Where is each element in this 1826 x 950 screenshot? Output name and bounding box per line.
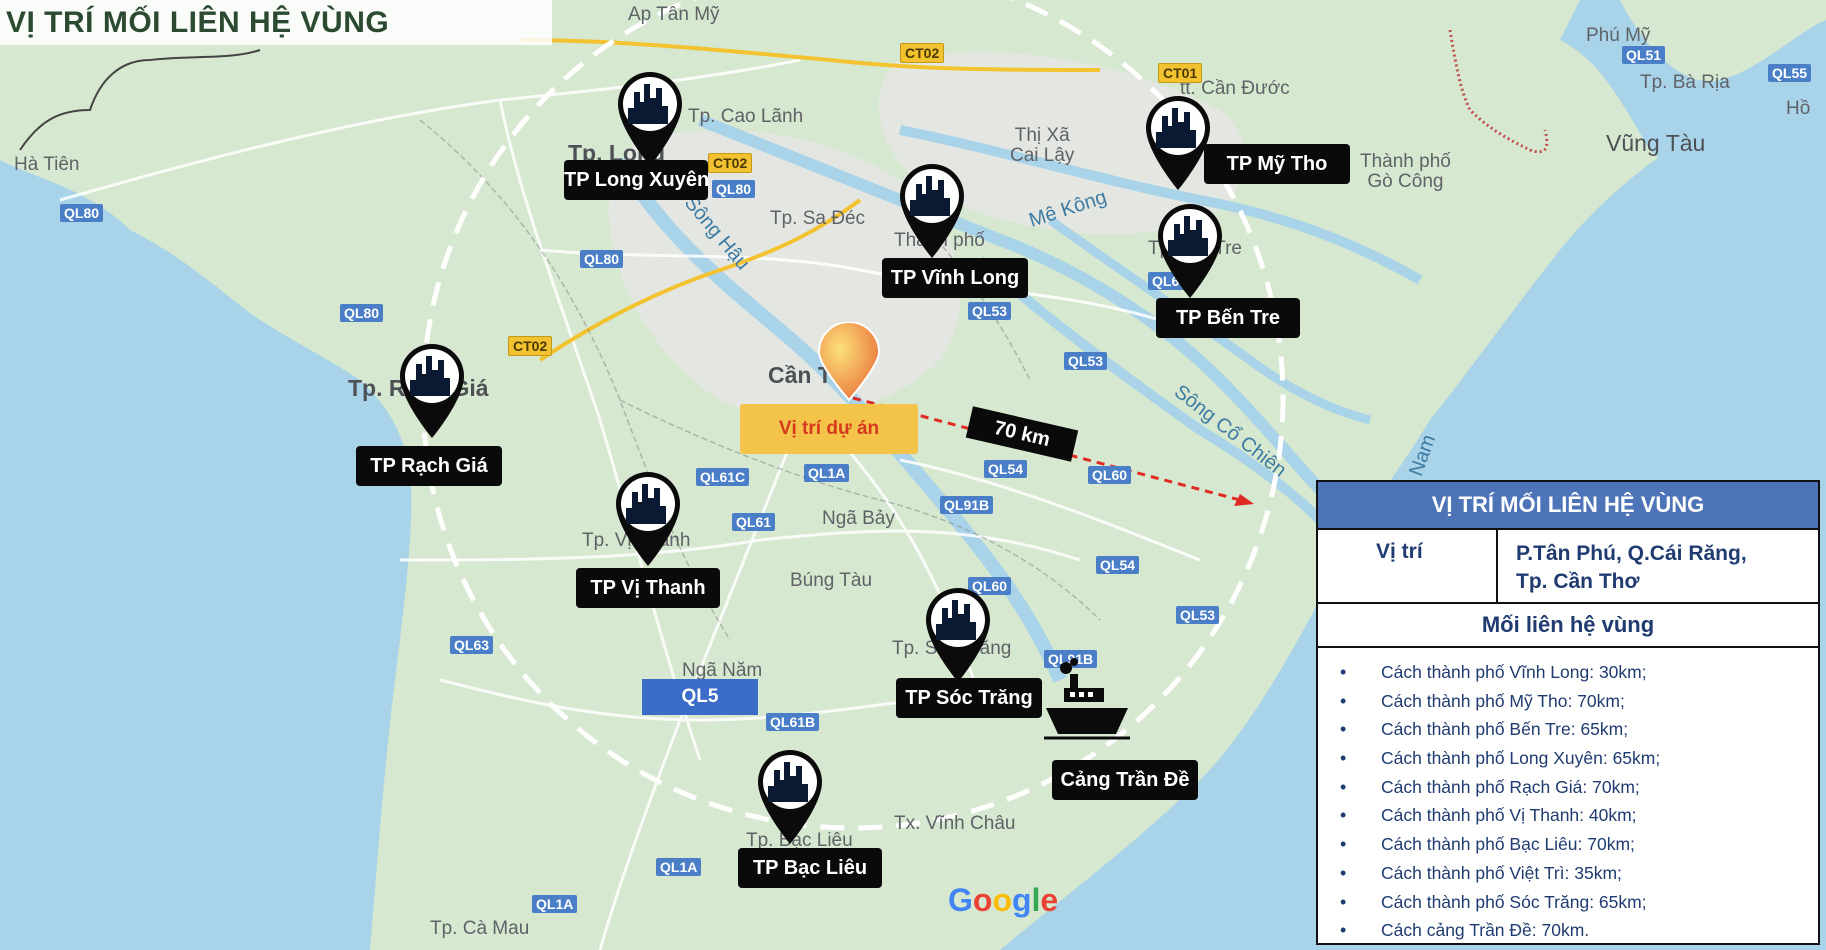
- road-shield: QL1A: [656, 858, 702, 876]
- city-label-bac-lieu[interactable]: TP Bạc Liêu: [738, 848, 882, 888]
- road-shield: QL80: [712, 180, 756, 198]
- city-skyline-pin-icon[interactable]: [922, 584, 994, 684]
- city-skyline-pin-icon[interactable]: [754, 746, 826, 846]
- road-shield: QL80: [580, 250, 624, 268]
- place-label: Hà Tiên: [14, 154, 80, 175]
- list-item: Cách cảng Trần Đề: 70km.: [1318, 916, 1818, 945]
- list-item: Cách thành phố Việt Trì: 35km;: [1318, 859, 1818, 888]
- info-location-key: Vị trí: [1318, 530, 1498, 602]
- page-title: VỊ TRÍ MỐI LIÊN HỆ VÙNG: [0, 0, 552, 45]
- city-label-vi-thanh[interactable]: TP Vị Thanh: [576, 568, 720, 608]
- map-stage: VỊ TRÍ MỐI LIÊN HỆ VÙNG Ap Tân Mỹ Hà Tiê…: [0, 0, 1826, 950]
- place-label: Phú Mỹ: [1586, 25, 1651, 46]
- info-subheader: Mối liên hệ vùng: [1318, 604, 1818, 648]
- info-location-line: P.Tân Phú, Q.Cái Răng,: [1516, 542, 1747, 565]
- info-location-line: Tp. Cần Thơ: [1516, 570, 1640, 593]
- project-location-label[interactable]: Vị trí dự án: [740, 404, 918, 454]
- ql5-label: QL5: [642, 679, 758, 715]
- cargo-ship-icon[interactable]: [1044, 658, 1130, 742]
- road-shield: QL53: [968, 302, 1012, 320]
- info-panel-header: VỊ TRÍ MỐI LIÊN HỆ VÙNG: [1318, 482, 1818, 530]
- place-label: Tx. Vĩnh Châu: [894, 813, 1016, 834]
- city-label-cang-tran-de[interactable]: Cảng Trần Đề: [1052, 760, 1198, 800]
- info-location-value: P.Tân Phú, Q.Cái Răng, Tp. Cần Thơ: [1498, 530, 1818, 602]
- city-skyline-pin-icon[interactable]: [1154, 200, 1226, 300]
- place-label: Tp. Cao Lãnh: [688, 106, 804, 127]
- place-label: Búng Tàu: [790, 570, 873, 591]
- city-skyline-pin-icon[interactable]: [896, 160, 968, 260]
- distance-list: Cách thành phố Vĩnh Long: 30km; Cách thà…: [1318, 648, 1818, 945]
- list-item: Cách thành phố Bạc Liêu: 70km;: [1318, 830, 1818, 859]
- place-label: Tp. Sa Đéc: [770, 208, 866, 229]
- list-item: Cách thành phố Bến Tre: 65km;: [1318, 715, 1818, 744]
- road-shield: QL54: [984, 460, 1028, 478]
- road-shield: QL80: [60, 204, 104, 222]
- list-item: Cách thành phố Rạch Giá: 70km;: [1318, 773, 1818, 802]
- city-skyline-pin-icon[interactable]: [396, 340, 468, 440]
- road-shield: QL80: [340, 304, 384, 322]
- road-shield: QL61B: [766, 713, 820, 731]
- road-shield: CT02: [508, 336, 553, 356]
- place-label: Vũng Tàu: [1606, 130, 1706, 156]
- city-skyline-pin-icon[interactable]: [614, 68, 686, 168]
- road-shield: QL61C: [696, 468, 750, 486]
- place-label: Tp. Cà Mau: [430, 918, 530, 939]
- road-shield: QL51: [1622, 46, 1666, 64]
- road-shield: CT02: [900, 43, 945, 63]
- city-label-rach-gia[interactable]: TP Rạch Giá: [356, 446, 502, 486]
- road-shield: QL60: [1088, 466, 1132, 484]
- place-label: Thị Xã Cai Lậy: [1010, 125, 1075, 166]
- city-skyline-pin-icon[interactable]: [612, 468, 684, 568]
- road-shield: QL91B: [940, 496, 994, 514]
- road-shield: QL1A: [804, 464, 850, 482]
- list-item: Cách thành phố Mỹ Tho: 70km;: [1318, 687, 1818, 716]
- place-label: Thành phố Gò Công: [1360, 151, 1451, 192]
- info-panel: VỊ TRÍ MỐI LIÊN HỆ VÙNG Vị trí P.Tân Phú…: [1316, 480, 1820, 945]
- list-item: Cách thành phố Vị Thanh: 40km;: [1318, 801, 1818, 830]
- city-label-soc-trang[interactable]: TP Sóc Trăng: [896, 678, 1042, 718]
- road-shield: QL55: [1768, 64, 1812, 82]
- road-shield: QL53: [1176, 606, 1220, 624]
- list-item: Cách thành phố Sóc Trăng: 65km;: [1318, 888, 1818, 917]
- info-location-row: Vị trí P.Tân Phú, Q.Cái Răng, Tp. Cần Th…: [1318, 530, 1818, 604]
- orange-location-pin-icon[interactable]: [816, 322, 882, 402]
- google-logo: Google: [948, 882, 1059, 918]
- city-label-ben-tre[interactable]: TP Bến Tre: [1156, 298, 1300, 338]
- place-label: Tp. Bà Rịa: [1640, 72, 1730, 93]
- road-shield: CT02: [708, 153, 753, 173]
- city-label-my-tho[interactable]: TP Mỹ Tho: [1204, 144, 1350, 184]
- city-label-vinh-long[interactable]: TP Vĩnh Long: [882, 258, 1028, 298]
- road-shield: QL53: [1064, 352, 1108, 370]
- place-label: Hồ: [1786, 98, 1811, 119]
- road-shield: QL1A: [532, 895, 578, 913]
- place-label: Ap Tân Mỹ: [628, 4, 720, 25]
- road-shield: QL63: [450, 636, 494, 654]
- city-label-long-xuyen[interactable]: TP Long Xuyên: [564, 160, 709, 200]
- list-item: Cách thành phố Vĩnh Long: 30km;: [1318, 658, 1818, 687]
- road-shield: QL61: [732, 513, 776, 531]
- road-shield: CT01: [1158, 63, 1203, 83]
- place-label: Ngã Bảy: [822, 508, 895, 529]
- road-shield: QL54: [1096, 556, 1140, 574]
- list-item: Cách thành phố Long Xuyên: 65km;: [1318, 744, 1818, 773]
